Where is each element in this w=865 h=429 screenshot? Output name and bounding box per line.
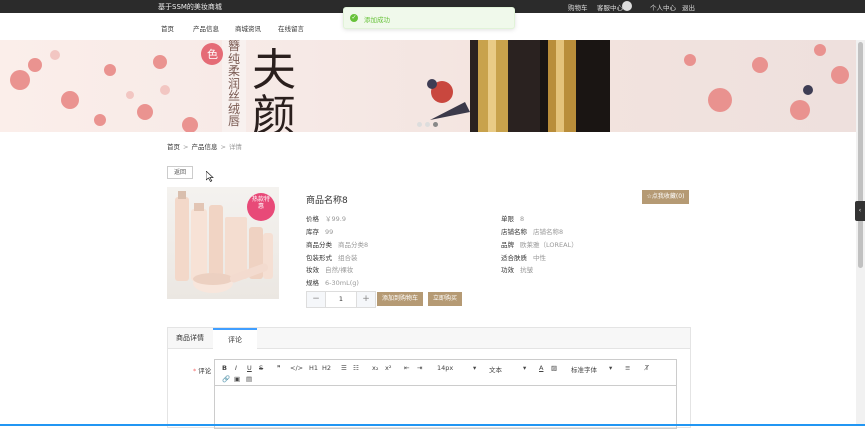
page-scrollbar[interactable] — [856, 40, 865, 426]
underline-button[interactable]: U — [247, 364, 252, 372]
product-image[interactable]: 热款特惠 — [167, 187, 279, 299]
bold-button[interactable]: B — [222, 364, 227, 372]
toast-message: 添加成功 — [364, 16, 390, 24]
favorite-button[interactable]: ☆点我收藏(0) — [642, 190, 689, 204]
chevron-left-icon: ‹ — [858, 207, 862, 214]
buy-now-button[interactable]: 立即购买 — [428, 292, 462, 306]
header1-button[interactable]: H1 — [309, 364, 318, 372]
quantity-stepper: − 1 + — [306, 291, 376, 308]
profile-link[interactable]: 个人中心 — [650, 2, 676, 12]
nav-item-news[interactable]: 商城资讯 — [235, 23, 261, 33]
attr-price: 价格 ￥99.9 — [306, 215, 346, 223]
breadcrumb-section[interactable]: 产品信息 — [191, 143, 217, 151]
subscript-button[interactable]: x₂ — [372, 364, 378, 372]
align-button[interactable]: ≡ — [625, 364, 630, 372]
carousel-dot-2[interactable] — [425, 122, 430, 127]
font-size-select[interactable]: 14px — [437, 364, 453, 372]
header-select[interactable]: 文本 — [489, 364, 502, 374]
required-mark: * — [193, 367, 197, 375]
editor-toolbar: B I U S ❞ </> H1 H2 ☰ ☷ x₂ x² ⇤ ⇥ 14px ▾… — [215, 360, 676, 386]
mouse-cursor-icon — [206, 171, 214, 182]
chevron-down-icon[interactable]: ▾ — [473, 364, 476, 372]
superscript-button[interactable]: x² — [385, 364, 391, 372]
attr-skin-type: 适合肤质 中性 — [501, 254, 546, 262]
breadcrumb-separator: > — [183, 143, 189, 151]
code-block-button[interactable]: </> — [290, 364, 303, 372]
attr-category: 商品分类 商品分类8 — [306, 241, 369, 249]
scrollbar-thumb[interactable] — [858, 42, 863, 268]
image-icon[interactable]: ▣ — [234, 375, 240, 383]
blockquote-button[interactable]: ❞ — [277, 364, 281, 372]
banner-vertical-text: 簪纯柔润丝绒唇 — [228, 40, 241, 128]
quantity-increase-button[interactable]: + — [356, 292, 375, 307]
nav-item-products[interactable]: 产品信息 — [193, 23, 219, 33]
side-toggle-tab[interactable]: ‹ — [855, 201, 865, 221]
site-title: 基于SSM的美妆商城 — [158, 3, 222, 11]
attr-efficacy: 功效 抗皱 — [501, 266, 533, 274]
breadcrumb-current: 详情 — [228, 143, 242, 151]
chevron-down-icon[interactable]: ▾ — [523, 364, 526, 372]
quantity-input[interactable]: 1 — [326, 292, 356, 307]
service-center-link[interactable]: 客服中心 — [597, 2, 623, 12]
nav-item-home[interactable]: 首页 — [161, 23, 174, 33]
italic-button[interactable]: I — [235, 364, 237, 372]
link-icon[interactable]: 🔗 — [222, 375, 230, 383]
logout-link[interactable]: 退出 — [682, 2, 695, 12]
tab-comments[interactable]: 评论 — [213, 328, 257, 349]
banner-headline: 夫颜 — [252, 45, 296, 133]
comment-label: * 评论 — [193, 367, 212, 375]
add-to-cart-button[interactable]: 添加到购物车 — [377, 292, 423, 306]
carousel-dot-1[interactable] — [417, 122, 422, 127]
attr-stock: 库存 99 — [306, 228, 334, 236]
quantity-decrease-button[interactable]: − — [307, 292, 326, 307]
product-title: 商品名称8 — [306, 196, 348, 206]
success-toast: ✓ 添加成功 — [343, 7, 515, 29]
attr-limit: 单限 8 — [501, 215, 525, 223]
breadcrumb: 首页 > 产品信息 > 详情 — [167, 141, 242, 151]
breadcrumb-separator: > — [220, 143, 226, 151]
nav-item-messages[interactable]: 在线留言 — [278, 23, 304, 33]
indent-button[interactable]: ⇥ — [417, 364, 422, 372]
chevron-down-icon[interactable]: ▾ — [609, 364, 612, 372]
banner-image — [10, 40, 849, 132]
back-button[interactable]: 返回 — [167, 166, 193, 179]
strike-button[interactable]: S — [259, 364, 263, 372]
font-color-button[interactable]: A — [539, 364, 543, 372]
attr-packaging: 包装形式 组合装 — [306, 254, 358, 262]
video-icon[interactable]: ▤ — [246, 375, 252, 383]
breadcrumb-home[interactable]: 首页 — [167, 143, 180, 151]
avatar[interactable] — [622, 1, 632, 11]
banner-badge: 色 — [207, 48, 218, 61]
attr-makeup-effect: 妆效 自然/裸妆 — [306, 266, 354, 274]
carousel-dot-3[interactable] — [433, 122, 438, 127]
attr-shop-name: 店铺名称 店铺名称8 — [501, 228, 564, 236]
product-image-badge: 热款特惠 — [251, 196, 270, 210]
outdent-button[interactable]: ⇤ — [404, 364, 409, 372]
comment-editor: B I U S ❞ </> H1 H2 ☰ ☷ x₂ x² ⇤ ⇥ 14px ▾… — [214, 359, 677, 429]
bullet-list-button[interactable]: ☷ — [353, 364, 359, 372]
attr-brand: 品牌 欧莱雅（LOREAL） — [501, 241, 578, 249]
header2-button[interactable]: H2 — [322, 364, 331, 372]
tab-product-detail[interactable]: 商品详情 — [168, 328, 212, 348]
clean-format-button[interactable]: T̸ — [645, 364, 649, 372]
check-circle-icon: ✓ — [350, 14, 358, 22]
cart-link[interactable]: 购物车 — [568, 2, 588, 12]
tab-bar: 商品详情 评论 — [168, 328, 690, 349]
font-family-select[interactable]: 标准字体 — [571, 364, 597, 374]
background-color-button[interactable]: ▨ — [551, 364, 557, 372]
comment-editor-area[interactable] — [215, 386, 676, 428]
detail-tabs: 商品详情 评论 * 评论 B I U S ❞ </> H1 H2 ☰ ☷ x₂ x… — [167, 327, 691, 429]
ordered-list-button[interactable]: ☰ — [341, 364, 347, 372]
banner-carousel[interactable]: 夫颜 簪纯柔润丝绒唇 色 — [0, 40, 856, 132]
attr-spec: 规格 6-30mL(g) — [306, 279, 359, 287]
